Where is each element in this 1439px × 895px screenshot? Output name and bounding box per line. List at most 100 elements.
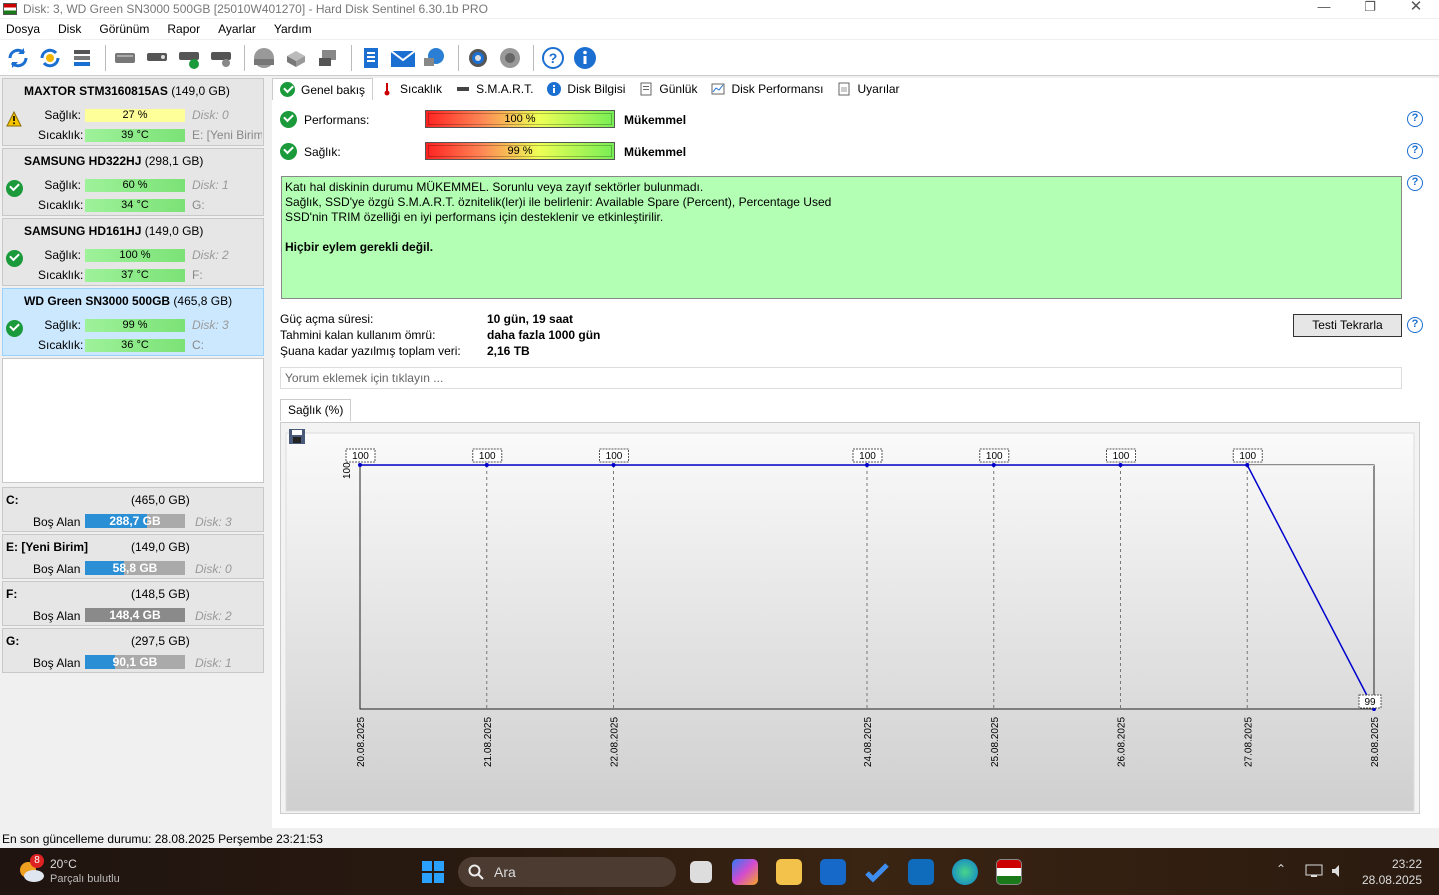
drive-network-icon[interactable] [314, 44, 342, 72]
tab-health-chart[interactable]: Sağlık (%) [280, 399, 352, 421]
hard-disk-sentinel-icon[interactable] [996, 859, 1022, 885]
document-icon [640, 82, 652, 96]
comment-input[interactable]: Yorum eklemek için tıklayın ... [280, 367, 1402, 389]
network-icon[interactable] [1305, 863, 1323, 879]
health-ok-icon [280, 143, 297, 160]
copilot-icon[interactable] [732, 859, 758, 885]
file-explorer-icon[interactable] [776, 859, 802, 885]
volume-icon[interactable] [1330, 863, 1346, 879]
disk-name: WD Green SN3000 500GB (465,8 GB) [24, 294, 232, 308]
taskbar: 8 20°C Parçalı bulutlu Ara ⌃ 23:22 28.08… [0, 848, 1439, 895]
disk-volumes: C: [192, 338, 204, 352]
description-help-icon[interactable]: ? [1407, 175, 1423, 191]
total-written-value: 2,16 TB [487, 344, 530, 358]
disk-card-samsung-hd322hj[interactable]: SAMSUNG HD322HJ (298,1 GB) Sağlık: 60 % … [2, 148, 264, 216]
tab-log[interactable]: Günlük [632, 78, 704, 100]
disk-volumes: G: [192, 198, 205, 212]
tab-alerts[interactable]: Uyarılar [830, 78, 906, 100]
clock-date[interactable]: 28.08.2025 [1352, 873, 1422, 887]
volume-card-f[interactable]: F: (148,5 GB) Boş Alan 148,4 GB Disk: 2 [2, 581, 264, 626]
retest-button[interactable]: Testi Tekrarla [1293, 314, 1402, 337]
todo-icon[interactable] [864, 859, 890, 885]
data-point [1118, 463, 1123, 467]
volume-disk: Disk: 2 [195, 609, 232, 623]
report-icon[interactable] [357, 44, 385, 72]
total-written-label: Şuana kadar yazılmış toplam veri: [280, 344, 461, 358]
volume-card-e[interactable]: E: [Yeni Birim] (149,0 GB) Boş Alan 58,8… [2, 534, 264, 579]
tab-smart[interactable]: S.M.A.R.T. [449, 78, 540, 100]
disk-test-icon[interactable] [143, 44, 171, 72]
tab-overview[interactable]: Genel bakış [272, 78, 374, 100]
save-chart-icon[interactable] [289, 429, 305, 444]
windows-start-icon[interactable] [420, 859, 446, 885]
menu-gorunum[interactable]: Görünüm [99, 22, 149, 36]
disk-icon[interactable] [111, 44, 139, 72]
disk-gray-icon[interactable] [250, 44, 278, 72]
chevron-up-icon[interactable]: ⌃ [1276, 862, 1286, 876]
info-icon[interactable] [571, 44, 599, 72]
data-label: 100 [606, 451, 623, 462]
menu-disk[interactable]: Disk [58, 22, 81, 36]
tab-label: Sıcaklık [400, 82, 443, 96]
performance-help-icon[interactable]: ? [1407, 111, 1423, 127]
minimize-button[interactable]: — [1301, 0, 1347, 18]
edge-icon[interactable] [952, 859, 978, 885]
tab-disk-info[interactable]: Disk Bilgisi [540, 78, 632, 100]
health-bar: 60 % [85, 179, 185, 192]
menu-ayarlar[interactable]: Ayarlar [218, 22, 256, 36]
power-on-value: 10 gün, 19 saat [487, 312, 574, 326]
disk-list-panel: MAXTOR STM3160815AS (149,0 GB) Sağlık: 2… [0, 78, 266, 828]
temp-bar: 37 °C [85, 269, 185, 282]
temp-label: Sıcaklık: [38, 268, 84, 282]
menu-rapor[interactable]: Rapor [167, 22, 200, 36]
taskbar-search[interactable]: Ara [458, 857, 676, 887]
disk-list-icon[interactable] [68, 44, 96, 72]
data-label: 100 [1239, 451, 1256, 462]
maximize-button[interactable]: ❐ [1347, 0, 1393, 18]
clock-time[interactable]: 23:22 [1380, 857, 1422, 871]
data-point [611, 463, 616, 467]
free-space-bar: 58,8 GB [85, 561, 185, 575]
task-view-icon[interactable] [690, 861, 712, 883]
disk-settings-icon[interactable] [207, 44, 235, 72]
disk-size: (465,8 GB) [173, 294, 233, 308]
outlook-icon[interactable] [908, 859, 934, 885]
volume-size: (149,0 GB) [131, 540, 190, 554]
refresh-icon[interactable] [4, 44, 32, 72]
help-icon[interactable]: ? [539, 44, 567, 72]
volume-card-g[interactable]: G: (297,5 GB) Boş Alan 90,1 GB Disk: 1 [2, 628, 264, 673]
disk-ok-icon[interactable] [175, 44, 203, 72]
tab-temperature[interactable]: Sıcaklık [373, 78, 449, 100]
network-icon[interactable] [421, 44, 449, 72]
ok-status-icon [6, 320, 23, 337]
remaining-life-label: Tahmini kalan kullanım ömrü: [280, 328, 436, 342]
disk-card-wd-green[interactable]: WD Green SN3000 500GB (465,8 GB) Sağlık:… [2, 288, 264, 356]
mail-icon[interactable] [389, 44, 417, 72]
retest-help-icon[interactable]: ? [1407, 317, 1423, 333]
menu-yardim[interactable]: Yardım [274, 22, 312, 36]
free-space-label: Boş Alan [33, 609, 81, 623]
disk-card-maxtor[interactable]: MAXTOR STM3160815AS (149,0 GB) Sağlık: 2… [2, 78, 264, 146]
refresh-all-icon[interactable] [36, 44, 64, 72]
volume-card-c[interactable]: C: (465,0 GB) Boş Alan 288,7 GB Disk: 3 [2, 487, 264, 532]
close-button[interactable]: ✕ [1393, 0, 1439, 18]
x-tick-label: 20.08.2025 [356, 717, 367, 767]
status-description-box: Katı hal diskinin durumu MÜKEMMEL. Sorun… [281, 176, 1402, 299]
tab-strip: Genel bakış Sıcaklık S.M.A.R.T. Disk Bil… [272, 78, 907, 100]
tab-disk-performance[interactable]: Disk Performansı [704, 78, 830, 100]
chart-icon [711, 83, 725, 95]
disk-index: Disk: 0 [192, 108, 229, 122]
gear-icon[interactable] [464, 44, 492, 72]
tape-icon[interactable] [282, 44, 310, 72]
store-icon[interactable] [820, 859, 846, 885]
health-value: 99 % [507, 145, 533, 157]
menu-dosya[interactable]: Dosya [6, 22, 40, 36]
health-bar: 27 % [85, 109, 185, 122]
disk-card-samsung-hd161hj[interactable]: SAMSUNG HD161HJ (149,0 GB) Sağlık: 100 %… [2, 218, 264, 286]
data-label: 100 [479, 451, 496, 462]
health-help-icon[interactable]: ? [1407, 143, 1423, 159]
tab-label: Disk Performansı [731, 82, 824, 96]
sound-icon[interactable] [496, 44, 524, 72]
tab-label: Disk Bilgisi [567, 82, 626, 96]
action-text: Hiçbir eylem gerekli değil. [285, 240, 434, 254]
